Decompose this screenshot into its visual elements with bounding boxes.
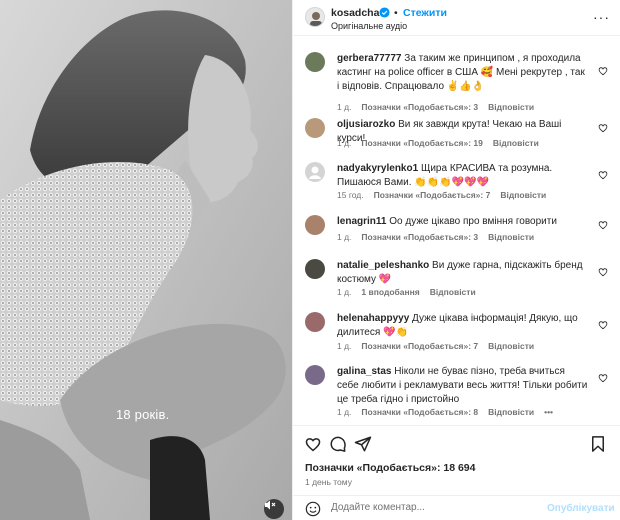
post-timestamp[interactable]: 1 день тому (305, 477, 352, 487)
comment-likes[interactable]: Позначки «Подобається»: 7 (374, 190, 491, 200)
comment-time: 1 д. (337, 287, 352, 297)
comment-more-button[interactable]: ••• (544, 407, 553, 417)
commenter-username[interactable]: natalie_peleshanko (337, 260, 429, 271)
video-overlay-caption: 18 років. (116, 407, 170, 422)
reply-button[interactable]: Відповісти (488, 232, 534, 242)
comment-meta: 1 д. Позначки «Подобається»: 19 Відповісти (337, 138, 549, 148)
reply-button[interactable]: Відповісти (488, 102, 534, 112)
comment-body: lenagrin11 Оо дуже цікаво про вміння гов… (337, 215, 589, 229)
comment-likes[interactable]: Позначки «Подобається»: 7 (361, 341, 478, 351)
mute-button[interactable] (264, 499, 284, 519)
commenter-avatar[interactable] (305, 162, 325, 182)
follow-button[interactable]: Стежити (403, 7, 447, 19)
post-photo (0, 0, 292, 520)
separator-dot: • (394, 7, 398, 19)
commenter-username[interactable]: helenahappyyy (337, 313, 409, 324)
comment-body: helenahappyyy Дуже цікава інформація! Дя… (337, 312, 589, 340)
comment-text: Оо дуже цікаво про вміння говорити (389, 216, 557, 227)
share-send-icon[interactable] (354, 435, 372, 453)
reply-button[interactable]: Відповісти (493, 138, 539, 148)
verified-badge-icon (379, 7, 390, 18)
comment-body: galina_stas Ніколи не буває пізно, треба… (337, 365, 589, 407)
author-avatar[interactable] (305, 7, 325, 27)
like-comment-icon[interactable] (598, 123, 608, 133)
commenter-avatar[interactable] (305, 259, 325, 279)
like-comment-icon[interactable] (598, 320, 608, 330)
audio-label[interactable]: Оригінальне аудіо (331, 21, 407, 31)
add-comment-bar: Опублікувати (293, 495, 620, 520)
like-comment-icon[interactable] (598, 66, 608, 76)
author-username[interactable]: kosadcha (331, 7, 379, 19)
like-heart-icon[interactable] (304, 435, 322, 453)
comment-likes[interactable]: Позначки «Подобається»: 3 (361, 102, 478, 112)
comment-time: 1 д. (337, 138, 352, 148)
comment-likes[interactable]: 1 вподобання (361, 287, 419, 297)
bookmark-save-icon[interactable] (589, 435, 607, 453)
commenter-avatar[interactable] (305, 52, 325, 72)
reply-button[interactable]: Відповісти (488, 407, 534, 417)
publish-button[interactable]: Опублікувати (547, 503, 615, 514)
comment-body: nadyakyrylenko1 Щира КРАСИВА та розумна.… (337, 162, 589, 190)
commenter-username[interactable]: lenagrin11 (337, 216, 386, 227)
commenter-username[interactable]: nadyakyrylenko1 (337, 163, 418, 174)
commenter-username[interactable]: galina_stas (337, 366, 391, 377)
commenter-avatar[interactable] (305, 118, 325, 138)
post-header: kosadcha • Стежити Оригінальне аудіо ··· (293, 0, 620, 36)
comment-meta: 15 год. Позначки «Подобається»: 7 Відповіс… (337, 190, 556, 200)
like-comment-icon[interactable] (598, 220, 608, 230)
comment-meta: 1 д. Позначки «Подобається»: 8 Відповісти •… (337, 407, 563, 417)
commenter-avatar[interactable] (305, 365, 325, 385)
post-actions: Позначки «Подобається»: 18 694 1 день то… (293, 425, 620, 520)
emoji-smile-icon[interactable] (305, 501, 321, 517)
comment-time: 15 год. (337, 190, 364, 200)
commenter-avatar[interactable] (305, 312, 325, 332)
comment-meta: 1 д. Позначки «Подобається»: 7 Відповісти (337, 341, 544, 351)
comment-input[interactable] (331, 502, 531, 513)
comment-meta: 1 д. Позначки «Подобається»: 3 Відповісти (337, 102, 544, 112)
comment-likes[interactable]: Позначки «Подобається»: 19 (361, 138, 482, 148)
like-comment-icon[interactable] (598, 170, 608, 180)
post-side-panel: kosadcha • Стежити Оригінальне аудіо ···… (292, 0, 620, 520)
likes-count[interactable]: Позначки «Подобається»: 18 694 (305, 462, 475, 474)
like-comment-icon[interactable] (598, 267, 608, 277)
comment-time: 1 д. (337, 341, 352, 351)
more-options-button[interactable]: ··· (593, 9, 610, 25)
comment-bubble-icon[interactable] (329, 435, 347, 453)
like-comment-icon[interactable] (598, 373, 608, 383)
post-media[interactable]: 18 років. (0, 0, 292, 520)
comment-meta: 1 д. 1 вподобання Відповісти (337, 287, 486, 297)
reply-button[interactable]: Відповісти (488, 341, 534, 351)
comment-time: 1 д. (337, 407, 352, 417)
comment-meta: 1 д. Позначки «Подобається»: 3 Відповісти (337, 232, 544, 242)
comment-body: gerbera77777 За таким же принципом , я п… (337, 52, 589, 94)
speaker-muted-icon (265, 500, 276, 510)
reply-button[interactable]: Відповісти (430, 287, 476, 297)
comment-time: 1 д. (337, 232, 352, 242)
comment-time: 1 д. (337, 102, 352, 112)
comment-body: natalie_peleshanko Ви дуже гарна, підска… (337, 259, 589, 287)
reply-button[interactable]: Відповісти (500, 190, 546, 200)
comment-likes[interactable]: Позначки «Подобається»: 3 (361, 232, 478, 242)
comment-likes[interactable]: Позначки «Подобається»: 8 (361, 407, 478, 417)
commenter-username[interactable]: oljusiarozko (337, 119, 395, 130)
commenter-username[interactable]: gerbera77777 (337, 53, 402, 64)
commenter-avatar[interactable] (305, 215, 325, 235)
